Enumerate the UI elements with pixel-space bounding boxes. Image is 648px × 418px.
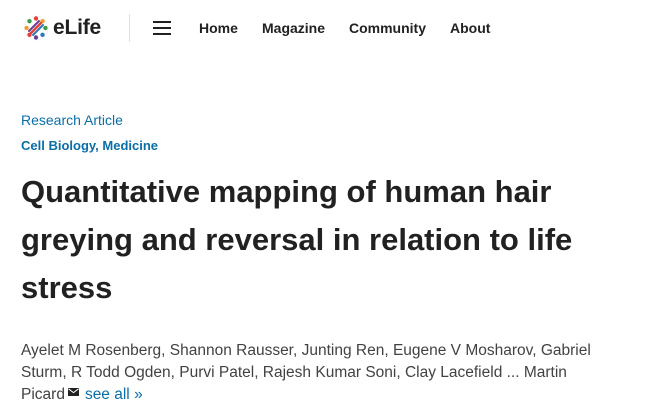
author-line[interactable]: Sturm, R Todd Ogden, Purvi Patel, Rajesh… — [21, 362, 633, 384]
header-divider — [129, 14, 130, 42]
see-all-label: see all — [84, 386, 130, 403]
author-line[interactable]: Ayelet M Rosenberg, Shannon Rausser, Jun… — [21, 340, 633, 362]
subject-cell-biology[interactable]: Cell Biology — [21, 138, 95, 153]
see-all-authors-link[interactable]: see all » — [85, 386, 143, 403]
chevron-right-icon: » — [134, 386, 143, 403]
article-type-link[interactable]: Research Article — [21, 112, 123, 128]
site-header: eLife Home Magazine Community About — [0, 0, 648, 58]
subject-medicine[interactable]: Medicine — [102, 138, 158, 153]
author-line: Picard see all » — [21, 384, 633, 406]
author-martin-picard[interactable]: Picard — [21, 386, 65, 403]
article-title: Quantitative mapping of human hair greyi… — [21, 174, 573, 305]
logo-text: eLife — [53, 16, 102, 39]
hamburger-menu-icon[interactable] — [151, 19, 173, 37]
nav-about[interactable]: About — [450, 20, 490, 38]
elife-logo[interactable]: eLife — [23, 13, 101, 43]
nav-magazine[interactable]: Magazine — [262, 20, 325, 38]
envelope-icon[interactable] — [67, 388, 79, 396]
subject-list: Cell Biology, Medicine — [21, 138, 158, 153]
author-list: Ayelet M Rosenberg, Shannon Rausser, Jun… — [21, 340, 633, 406]
elife-logo-icon — [23, 15, 49, 41]
nav-community[interactable]: Community — [349, 20, 426, 38]
nav-home[interactable]: Home — [199, 20, 238, 38]
